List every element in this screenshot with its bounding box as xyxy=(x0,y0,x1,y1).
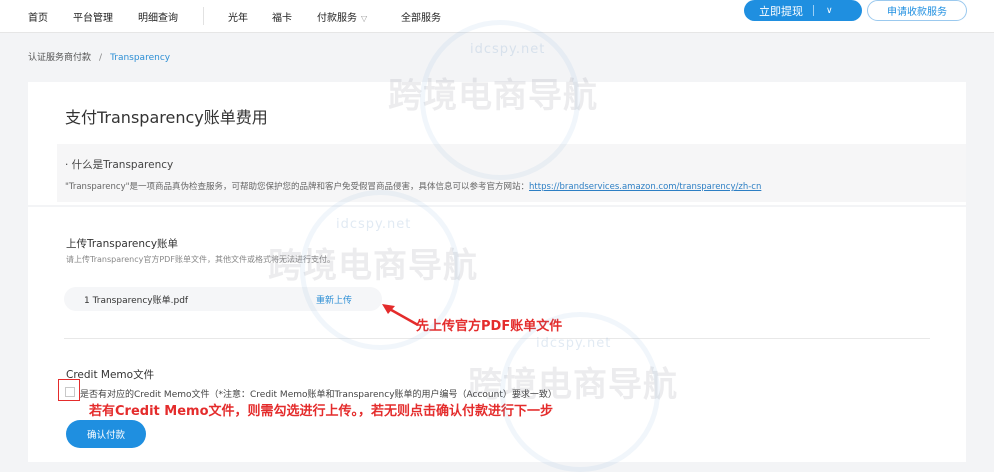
uploaded-file-row: 1 Transparency账单.pdf 重新上传 xyxy=(64,287,382,311)
nav-platform-management[interactable]: 平台管理 xyxy=(73,9,113,24)
nav-detail-query[interactable]: 明细查询 xyxy=(138,9,178,24)
chevron-down-icon[interactable]: ∨ xyxy=(826,6,833,16)
top-navigation: 首页 平台管理 明细查询 光年 福卡 付款服务 ▽ 全部服务 立即提现 ∨ 申请收… xyxy=(0,0,994,33)
transparency-website-link[interactable]: https://brandservices.amazon.com/transpa… xyxy=(529,182,761,192)
nav-guangnian[interactable]: 光年 xyxy=(228,9,248,24)
title-card: 支付Transparency账单费用 · 什么是Transparency "Tr… xyxy=(28,82,966,205)
credit-memo-checkbox-label: 是否有对应的Credit Memo文件（*注意：Credit Memo账单和Tr… xyxy=(80,390,557,400)
info-description: "Transparency"是一项商品真伪检查服务，可帮助您保护您的品牌和客户免… xyxy=(65,182,530,192)
confirm-payment-button[interactable]: 确认付款 xyxy=(66,420,146,448)
withdraw-button-label: 立即提现 xyxy=(759,4,803,18)
upload-annotation: 先上传官方PDF账单文件 xyxy=(416,319,563,334)
breadcrumb-separator: / xyxy=(99,53,103,63)
chevron-down-icon: ▽ xyxy=(361,14,368,23)
nav-payment-services-label: 付款服务 xyxy=(317,13,357,24)
withdraw-button[interactable]: 立即提现 ∨ xyxy=(744,0,862,21)
credit-memo-checkbox[interactable] xyxy=(65,387,75,397)
button-divider xyxy=(813,5,814,16)
annotation-arrow-icon xyxy=(382,304,419,327)
info-title: · 什么是Transparency xyxy=(65,159,174,171)
credit-memo-annotation: 若有Credit Memo文件，则需勾选进行上传。，若无则点击确认付款进行下一步 xyxy=(89,404,554,419)
upload-section-title: 上传Transparency账单 xyxy=(66,238,179,250)
info-box: · 什么是Transparency "Transparency"是一项商品真伪检… xyxy=(57,144,966,202)
nav-divider xyxy=(203,7,204,25)
nav-payment-services[interactable]: 付款服务 ▽ xyxy=(317,9,367,24)
reupload-link[interactable]: 重新上传 xyxy=(316,293,352,306)
apply-collection-service-button[interactable]: 申请收款服务 xyxy=(867,0,967,21)
info-text: "Transparency"是一项商品真伪检查服务，可帮助您保护您的品牌和客户免… xyxy=(65,180,761,192)
breadcrumb-current: Transparency xyxy=(110,53,171,63)
nav-all-services[interactable]: 全部服务 xyxy=(401,9,441,24)
watermark-subtext: idcspy.net xyxy=(470,42,546,57)
upload-card: 上传Transparency账单 请上传Transparency官方PDF账单文… xyxy=(28,207,966,462)
uploaded-file-name: 1 Transparency账单.pdf xyxy=(84,296,189,306)
nav-home[interactable]: 首页 xyxy=(28,9,48,24)
page-title: 支付Transparency账单费用 xyxy=(65,108,268,127)
section-divider xyxy=(64,338,930,339)
nav-fuka[interactable]: 福卡 xyxy=(272,9,292,24)
upload-section-description: 请上传Transparency官方PDF账单文件，其他文件或格式将无法进行支付。 xyxy=(66,255,335,264)
breadcrumb: 认证服务商付款 / Transparency xyxy=(28,50,170,63)
breadcrumb-parent[interactable]: 认证服务商付款 xyxy=(28,53,91,63)
